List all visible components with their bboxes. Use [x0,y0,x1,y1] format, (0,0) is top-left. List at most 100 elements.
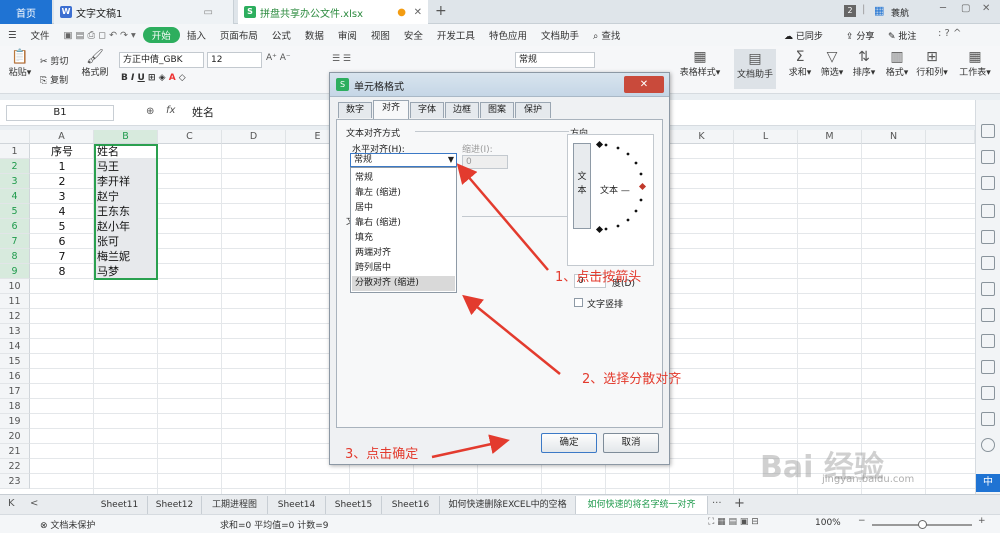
col-header-o[interactable] [926,130,975,144]
font-size-select[interactable]: 12 [207,52,262,68]
more-icons[interactable]: : ? ^ [938,28,961,39]
dialog-close-button[interactable]: ✕ [624,76,664,93]
doc-protect-status[interactable]: ⊗ 文档未保护 [40,518,95,531]
bookmark-icon[interactable] [981,386,995,400]
image-icon[interactable] [981,230,995,244]
dtab-protect[interactable]: 保护 [515,102,551,118]
cell-a8[interactable]: 7 [30,249,94,264]
close-tab-icon[interactable]: ✕ [414,7,422,18]
zoom-out-icon[interactable]: − [858,516,866,526]
menu-search[interactable]: ⌕ 查找 [586,28,627,42]
zoom-level[interactable]: 100% [815,518,841,528]
cell-b6[interactable]: 赵小年 [97,219,130,234]
dtab-pattern[interactable]: 图案 [480,102,514,118]
cell-b9[interactable]: 马梦 [97,264,119,279]
row-header[interactable]: 7 [0,234,30,249]
row-header[interactable]: 18 [0,399,30,414]
menu-layout[interactable]: 页面布局 [213,28,265,42]
sheet-tab-5[interactable]: Sheet15 [326,496,382,514]
maximize-icon[interactable]: ▢ [961,3,970,14]
dtab-align[interactable]: 对齐 [373,100,409,119]
row-header[interactable]: 10 [0,279,30,294]
tab-home[interactable]: 首页 [0,0,52,24]
cell-a6[interactable]: 5 [30,219,94,234]
shape-icon[interactable] [981,150,995,164]
row-header[interactable]: 14 [0,339,30,354]
sort-button[interactable]: ⇅ 排序▾ [850,49,878,78]
cell-a2[interactable]: 1 [30,159,94,174]
minimize-icon[interactable]: ─ [940,3,946,14]
menu-docassist[interactable]: 文档助手 [534,28,586,42]
comment-button[interactable]: ✎ 批注 [888,29,916,42]
option-distributed[interactable]: 分散对齐 (缩进) [352,276,455,291]
cell-b4[interactable]: 赵宁 [97,189,119,204]
vertical-text-button[interactable]: 文本 [573,143,591,229]
option-left[interactable]: 靠左 (缩进) [352,186,455,201]
list-icon[interactable] [981,308,995,322]
lock-icon[interactable] [981,412,995,426]
row-header[interactable]: 12 [0,309,30,324]
ok-button[interactable]: 确定 [541,433,597,453]
select-all-corner[interactable] [0,130,30,144]
add-tab-button[interactable]: + [435,3,447,19]
option-right[interactable]: 靠右 (缩进) [352,216,455,231]
number-format-select[interactable]: 常规 [515,52,595,68]
cell-b7[interactable]: 张可 [97,234,119,249]
name-box[interactable]: B1 [6,105,114,121]
col-header-m[interactable]: M [798,130,862,144]
font-name-select[interactable]: 方正中倩_GBK [119,52,204,68]
vertical-text-checkbox[interactable] [574,298,583,307]
cell-a3[interactable]: 2 [30,174,94,189]
cell-b8[interactable]: 梅兰妮 [97,249,130,264]
row-header[interactable]: 5 [0,204,30,219]
cell-a9[interactable]: 8 [30,264,94,279]
add-sheet-button[interactable]: + [734,496,745,511]
tab-doc[interactable]: W 文字文稿1 ▭ [54,0,234,24]
row-header[interactable]: 17 [0,384,30,399]
app-grid-icon[interactable]: ▦ [874,4,884,17]
menu-data[interactable]: 数据 [298,28,331,42]
option-center[interactable]: 居中 [352,201,455,216]
nav-first-icon[interactable]: K [8,498,15,509]
sheet-tab-4[interactable]: Sheet14 [268,496,326,514]
format-painter-button[interactable]: 🖌 格式刷 [80,49,110,78]
sheet-tab-active[interactable]: 如何快速的将名字统一对齐 [576,496,708,514]
col-header-c[interactable]: C [158,130,222,144]
cell-a1[interactable]: 序号 [30,144,94,159]
doc-assistant-button[interactable]: ▤ 文档助手 [734,49,776,89]
menu-formula[interactable]: 公式 [265,28,298,42]
sheet-tab-1[interactable]: Sheet11 [92,496,148,514]
dtab-number[interactable]: 数字 [338,102,372,118]
sheet-tab-2[interactable]: Sheet12 [148,496,202,514]
row-header[interactable]: 15 [0,354,30,369]
fx-icon[interactable]: fx [166,105,175,116]
style-icon[interactable] [981,176,995,190]
row-header[interactable]: 2 [0,159,30,174]
dropdown-arrow-icon[interactable]: ▼ [448,154,454,166]
sheet-tab-6[interactable]: Sheet16 [382,496,440,514]
sheet-tab-3[interactable]: 工期进程图 [202,496,268,514]
expand-icon[interactable] [981,360,995,374]
calc-icon[interactable] [981,204,995,218]
close-window-icon[interactable]: ✕ [982,3,990,14]
cell-b2[interactable]: 马王 [97,159,119,174]
row-header[interactable]: 19 [0,414,30,429]
row-header[interactable]: 8 [0,249,30,264]
dtab-font[interactable]: 字体 [410,102,444,118]
row-col-button[interactable]: ⊞ 行和列▾ [915,49,949,78]
row-header[interactable]: 3 [0,174,30,189]
tab-xls[interactable]: S 拼盘共享办公文件.xlsx ● ✕ [238,0,428,24]
row-header[interactable]: 6 [0,219,30,234]
menu-view[interactable]: 视图 [364,28,397,42]
paste-button[interactable]: 📋 粘贴▾ [6,49,34,78]
hamburger-icon[interactable]: ☰ [0,30,24,41]
user-name[interactable]: 蓑航 [891,6,909,19]
row-header[interactable]: 4 [0,189,30,204]
col-header-d[interactable]: D [222,130,286,144]
option-center-across[interactable]: 跨列居中 [352,261,455,276]
menu-insert[interactable]: 插入 [180,28,213,42]
sum-button[interactable]: Σ 求和▾ [786,49,814,78]
format-button[interactable]: ▥ 格式▾ [883,49,911,78]
cell-b3[interactable]: 李开祥 [97,174,130,189]
horiz-align-select[interactable]: 常规 ▼ [350,153,457,167]
